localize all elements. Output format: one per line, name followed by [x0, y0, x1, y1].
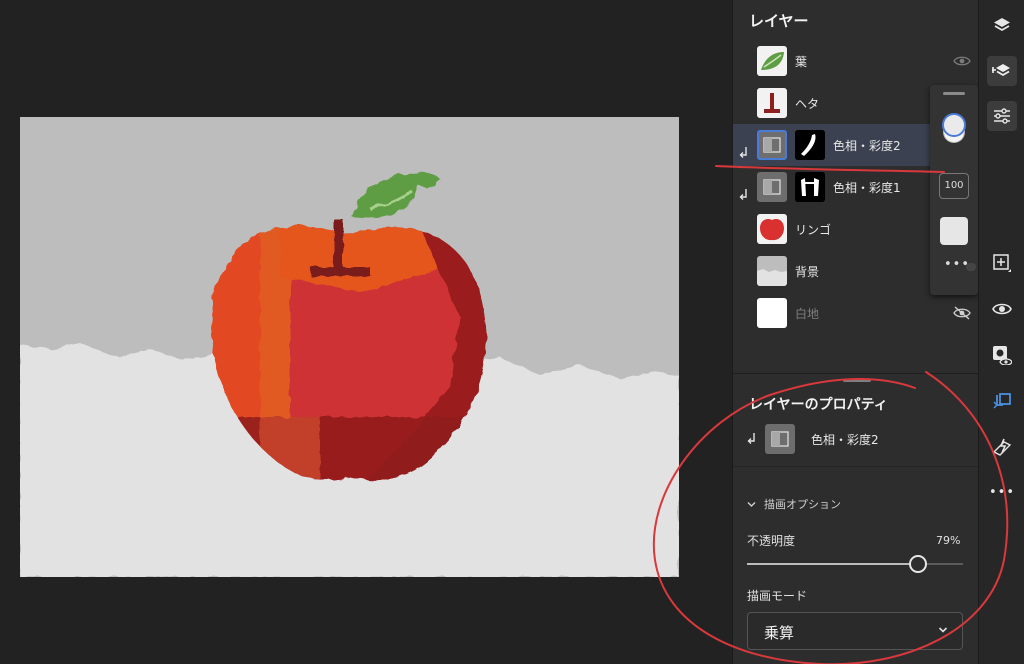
- add-layer-icon[interactable]: [987, 248, 1017, 278]
- more-icon[interactable]: •••: [987, 478, 1017, 508]
- section-title: 描画オプション: [764, 498, 841, 511]
- clipping-arrow-icon: [747, 433, 755, 444]
- blend-mode-value: 乗算: [764, 624, 795, 642]
- layer-name: 色相・彩度2: [833, 139, 901, 153]
- adjustment-thumbnail-icon: [757, 172, 787, 202]
- clipping-arrow-icon: [739, 147, 747, 158]
- layers-panel-title: レイヤー: [749, 12, 809, 30]
- blend-mode-select[interactable]: 乗算: [747, 612, 963, 650]
- opacity-value: 79%: [936, 534, 961, 547]
- layer-name: 色相・彩度1: [833, 181, 901, 195]
- layer-thumbnail-background: [757, 256, 787, 286]
- layer-thumbnail-apple: [757, 214, 787, 244]
- hidden-eye-icon[interactable]: [953, 306, 971, 320]
- layer-row-leaf[interactable]: 葉: [733, 40, 979, 82]
- opacity-slider-fill: [747, 563, 918, 565]
- lightning-icon[interactable]: [987, 432, 1017, 462]
- mask-visibility-icon[interactable]: [987, 340, 1017, 370]
- chevron-down-icon: [938, 627, 948, 633]
- opacity-input[interactable]: 100: [939, 173, 969, 199]
- layer-name: 葉: [795, 55, 808, 69]
- adjustment-thumbnail-icon: [757, 130, 787, 160]
- properties-layer-name: 色相・彩度2: [811, 433, 879, 447]
- panel-resize-grip[interactable]: [843, 379, 871, 382]
- section-divider: [733, 466, 979, 467]
- render-options-section[interactable]: 描画オプション: [747, 496, 841, 512]
- layers-icon[interactable]: [987, 10, 1017, 40]
- layer-thumbnail-white: [757, 298, 787, 328]
- clip-layer-icon[interactable]: [987, 386, 1017, 416]
- layer-thumbnail-leaf: [757, 46, 787, 76]
- blend-mode-label: 描画モード: [747, 589, 808, 603]
- layer-quick-settings-popover: 100 •••: [930, 85, 978, 295]
- visibility-eye-icon[interactable]: [953, 54, 971, 68]
- properties-layer-row: 色相・彩度2: [733, 420, 979, 460]
- adjustments-icon[interactable]: [987, 101, 1017, 131]
- popover-toggle[interactable]: [966, 263, 976, 271]
- color-swatch[interactable]: [940, 217, 968, 245]
- layer-row-white-base[interactable]: 白地: [733, 292, 979, 334]
- primary-color-icon[interactable]: [942, 113, 966, 137]
- clipping-arrow-icon: [739, 189, 747, 200]
- layer-name: 白地: [795, 307, 820, 321]
- mask-thumbnail-icon: [795, 130, 825, 160]
- opacity-slider-track[interactable]: [747, 563, 963, 565]
- artwork-canvas[interactable]: [20, 117, 679, 577]
- visibility-icon[interactable]: [987, 294, 1017, 324]
- layer-properties-title: レイヤーのプロパティ: [749, 397, 888, 413]
- opacity-slider-knob[interactable]: [908, 555, 927, 573]
- layer-name: 背景: [795, 265, 820, 279]
- right-toolbar: •••: [978, 0, 1024, 664]
- panel-divider: [733, 373, 979, 374]
- layer-name: リンゴ: [795, 223, 832, 237]
- chevron-down-icon: [747, 498, 756, 511]
- canvas-area[interactable]: [0, 0, 732, 664]
- layer-thumbnail-stem: [757, 88, 787, 118]
- opacity-label: 不透明度: [747, 534, 796, 548]
- adjustment-thumbnail-icon: [765, 424, 795, 454]
- popover-drag-handle[interactable]: [943, 92, 965, 95]
- mask-thumbnail-icon: [795, 172, 825, 202]
- layer-stack-icon[interactable]: [987, 56, 1017, 86]
- layer-name: ヘタ: [795, 97, 820, 111]
